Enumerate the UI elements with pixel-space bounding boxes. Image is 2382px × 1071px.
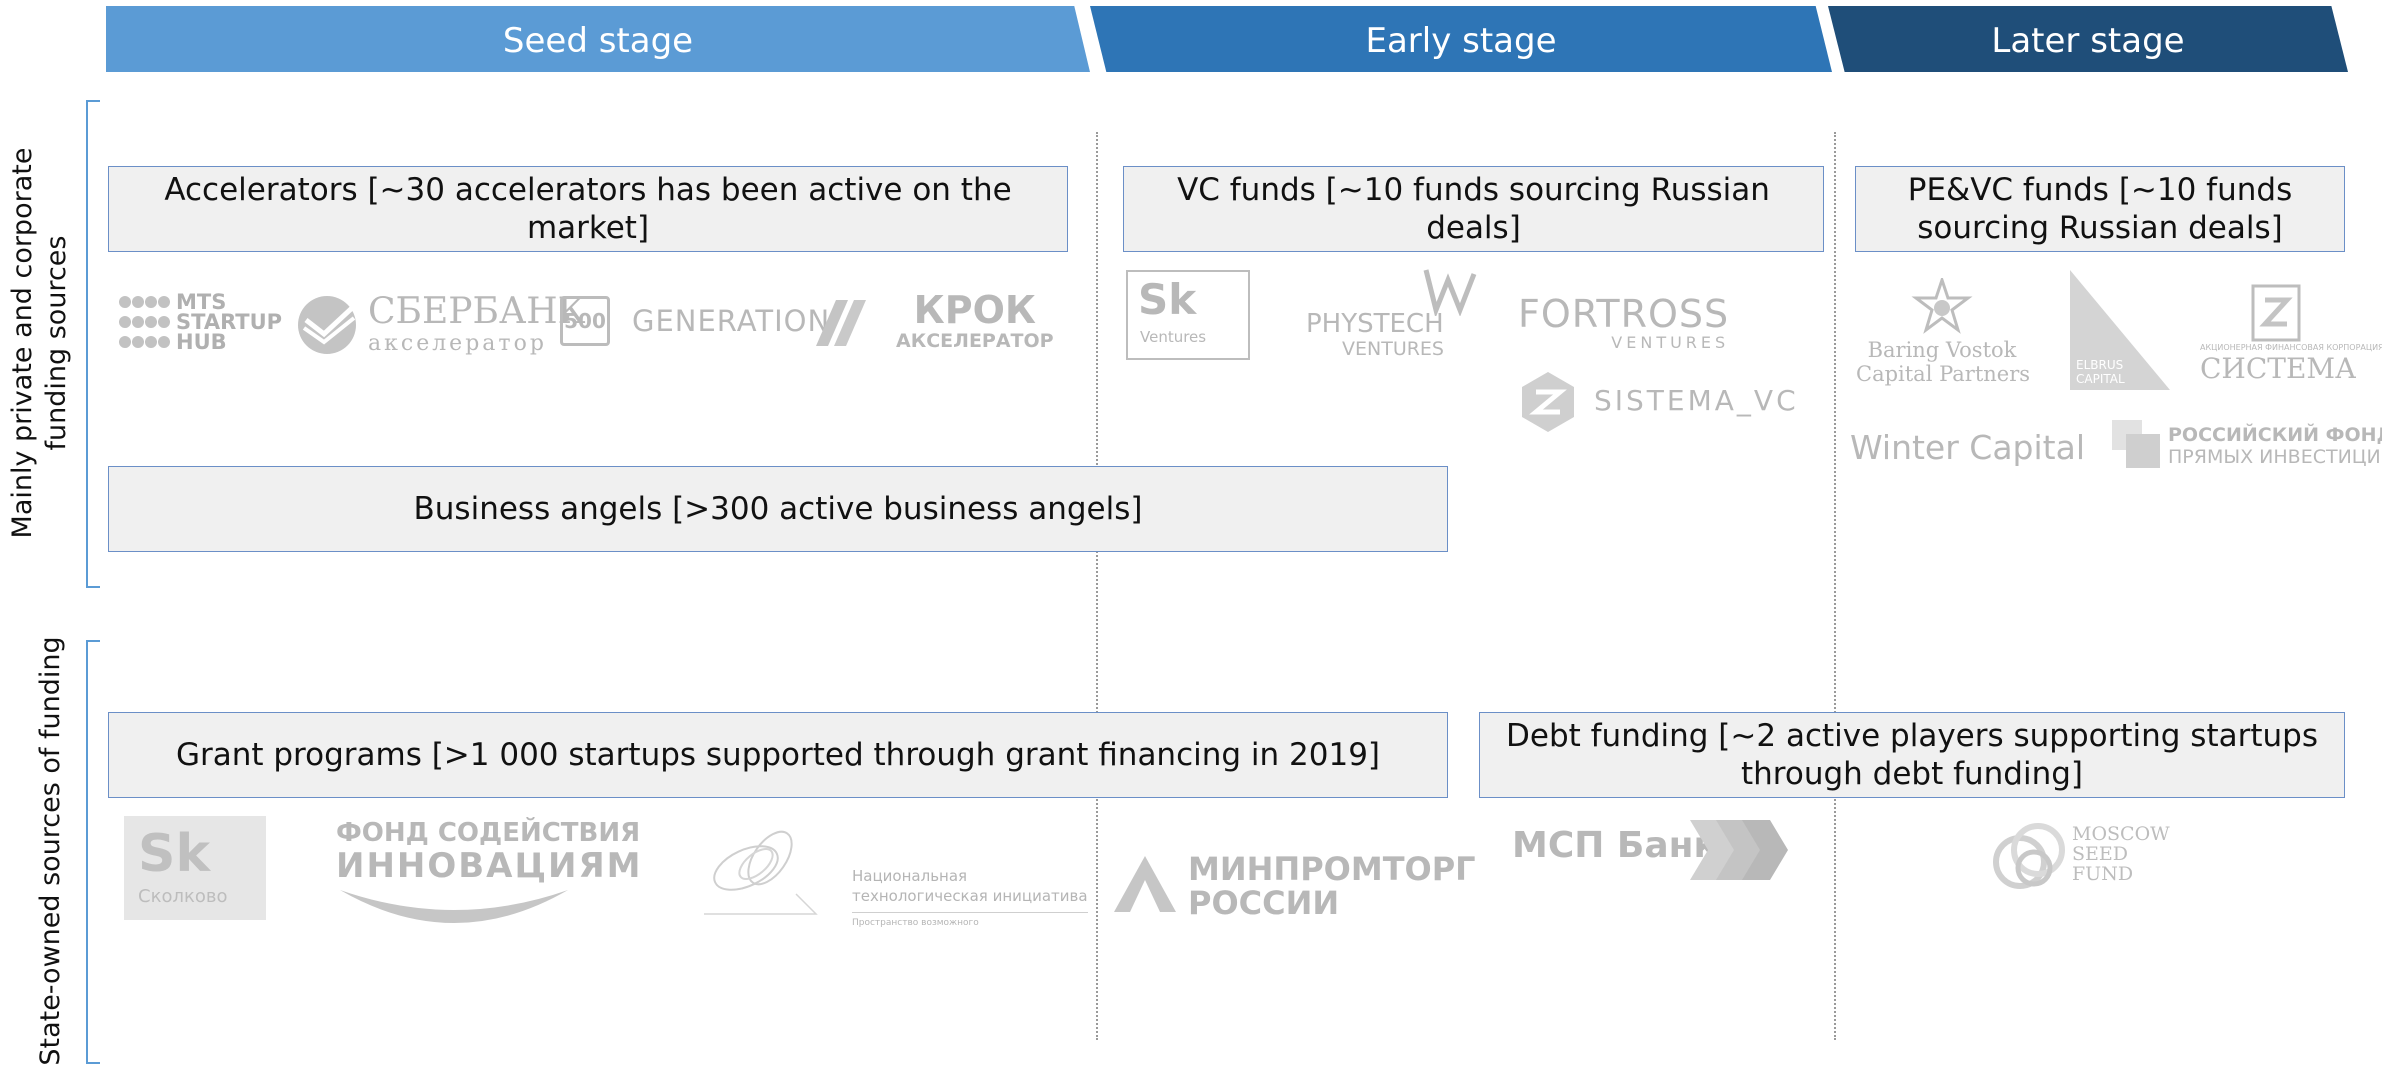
nti-logo-line-1: Национальная bbox=[852, 867, 968, 885]
generation-logo-text: GENERATION bbox=[632, 304, 831, 338]
mts-logo-line-3: HUB bbox=[176, 330, 227, 354]
msp-bank-logo: МСП Банк bbox=[1512, 820, 1788, 880]
minpromtorg-emblem-icon bbox=[1114, 856, 1176, 912]
grant-programs-box: Grant programs [>1 000 startups supporte… bbox=[108, 712, 1448, 798]
500-startups-logo: 500 bbox=[560, 296, 610, 346]
baring-vostok-emblem-icon bbox=[1911, 278, 1973, 334]
fond-logo-line-1: ФОНД СОДЕЙСТВИЯ bbox=[336, 818, 641, 848]
stage-header-seed: Seed stage bbox=[106, 6, 1090, 72]
nti-attractor-icon bbox=[704, 830, 818, 915]
generation-emblem-icon bbox=[816, 300, 866, 346]
krok-logo-line-2: АКСЕЛЕРАТОР bbox=[896, 330, 1054, 352]
separator-early-later bbox=[1834, 132, 1836, 1040]
skolkovo-logo-line-1: Sk bbox=[138, 824, 211, 884]
state-section-bracket bbox=[86, 640, 100, 1064]
fond-sodeystviya-logo: ФОНД СОДЕЙСТВИЯ ИННОВАЦИЯМ bbox=[336, 818, 643, 938]
skolkovo-logo: Sk Сколково bbox=[124, 816, 266, 920]
sistema-logo: АКЦИОНЕРНАЯ ФИНАНСОВАЯ КОРПОРАЦИЯ СИСТЕМ… bbox=[2200, 284, 2382, 385]
sistema-vc-logo-text: SISTEMA_VC bbox=[1594, 384, 1799, 417]
sk-ventures-logo: Sk Ventures bbox=[1126, 270, 1250, 360]
fortross-logo-line-1: FORTROSS bbox=[1518, 292, 1730, 336]
baring-logo-line-2: Capital Partners bbox=[1856, 362, 2031, 386]
msf-logo-line-3: FUND bbox=[2072, 863, 2134, 885]
phystech-logo-line-2: VENTURES bbox=[1342, 338, 1444, 360]
fond-swoosh-icon bbox=[340, 890, 568, 923]
stage-label-early: Early stage bbox=[1365, 21, 1557, 61]
separator-seed-early bbox=[1096, 132, 1098, 1040]
skolkovo-logo-line-2: Сколково bbox=[138, 886, 228, 907]
msf-logo-line-2: SEED bbox=[2072, 843, 2128, 865]
elbrus-capital-logo: ELBRUS CAPITAL bbox=[2070, 270, 2170, 390]
msf-logo-line-1: MOSCOW bbox=[2072, 823, 2170, 845]
pe-vc-funds-box: PE&VC funds [~10 funds sourcing Russian … bbox=[1855, 166, 2345, 252]
sberbank-logo-line-1: СБЕРБАНК bbox=[368, 291, 586, 332]
sistema-vc-hex-icon bbox=[1522, 372, 1574, 432]
krok-logo-line-1: КРОК bbox=[913, 288, 1036, 332]
sk-ventures-logo-line-1: Sk bbox=[1138, 275, 1197, 324]
debt-funding-box: Debt funding [~2 active players supporti… bbox=[1479, 712, 2345, 798]
fortross-ventures-logo: FORTROSS VENTURES bbox=[1518, 294, 1729, 352]
business-angels-box: Business angels [>300 active business an… bbox=[108, 466, 1448, 552]
rdif-square-icon bbox=[2112, 420, 2160, 468]
stage-header-early: Early stage bbox=[1090, 6, 1832, 72]
generation-logo: GENERATION bbox=[632, 304, 830, 338]
rdif-logo-line-2: ПРЯМЫХ ИНВЕСТИЦИЙ bbox=[2168, 446, 2382, 468]
msp-bank-logo-text: МСП Банк bbox=[1512, 825, 1718, 866]
fond-logo-line-2: ИННОВАЦИЯМ bbox=[336, 846, 643, 886]
baring-logo-line-1: Baring Vostok bbox=[1867, 338, 2017, 362]
sberbank-emblem-icon bbox=[298, 296, 356, 354]
elbrus-logo-line-1: ELBRUS bbox=[2076, 358, 2124, 372]
private-section-label: Mainly private and corporate funding sou… bbox=[7, 147, 72, 539]
krok-accelerator-logo: КРОК АКСЕЛЕРАТОР bbox=[896, 290, 1054, 352]
winter-capital-logo: Winter Capital bbox=[1850, 428, 2085, 467]
mts-dots-icon bbox=[119, 296, 170, 348]
stage-header-later: Later stage bbox=[1828, 6, 2348, 72]
state-section-label: State-owned sources of funding bbox=[35, 636, 66, 1066]
mts-logo-line-2: STARTUP bbox=[176, 310, 283, 334]
nti-logo-line-3: Пространство возможного bbox=[852, 912, 1088, 933]
winter-capital-logo-text: Winter Capital bbox=[1850, 428, 2085, 467]
accelerators-box: Accelerators [~30 accelerators has been … bbox=[108, 166, 1068, 252]
500-logo-text: 500 bbox=[564, 309, 606, 333]
rdif-logo-line-1: РОССИЙСКИЙ ФОНД bbox=[2168, 424, 2382, 446]
mts-logo-line-1: MTS bbox=[176, 290, 227, 314]
moscow-seed-fund-knot-icon bbox=[1993, 823, 2065, 889]
stage-label-later: Later stage bbox=[1991, 21, 2185, 61]
nti-logo-line-2: технологическая инициатива bbox=[852, 887, 1088, 905]
vc-funds-box: VC funds [~10 funds sourcing Russian dea… bbox=[1123, 166, 1824, 252]
minprom-logo-line-1: МИНПРОМТОРГ bbox=[1188, 850, 1476, 888]
minprom-logo-line-2: РОССИИ bbox=[1188, 884, 1340, 922]
sistema-emblem-icon bbox=[2251, 284, 2301, 342]
private-section-bracket bbox=[86, 100, 100, 588]
sistema-logo-line-2: СИСТЕМА bbox=[2200, 352, 2357, 385]
phystech-logo-line-1: PHYSTECH bbox=[1306, 309, 1444, 339]
baring-vostok-logo: Baring Vostok Capital Partners bbox=[1856, 278, 2031, 386]
elbrus-logo-line-2: CAPITAL bbox=[2076, 372, 2125, 386]
msp-bank-chevrons-icon bbox=[1690, 820, 1788, 880]
stage-label-seed: Seed stage bbox=[502, 21, 694, 61]
sberbank-logo-line-2: акселератор bbox=[368, 331, 547, 356]
fortross-logo-line-2: VENTURES bbox=[1611, 333, 1730, 352]
sk-ventures-logo-line-2: Ventures bbox=[1140, 328, 1207, 346]
